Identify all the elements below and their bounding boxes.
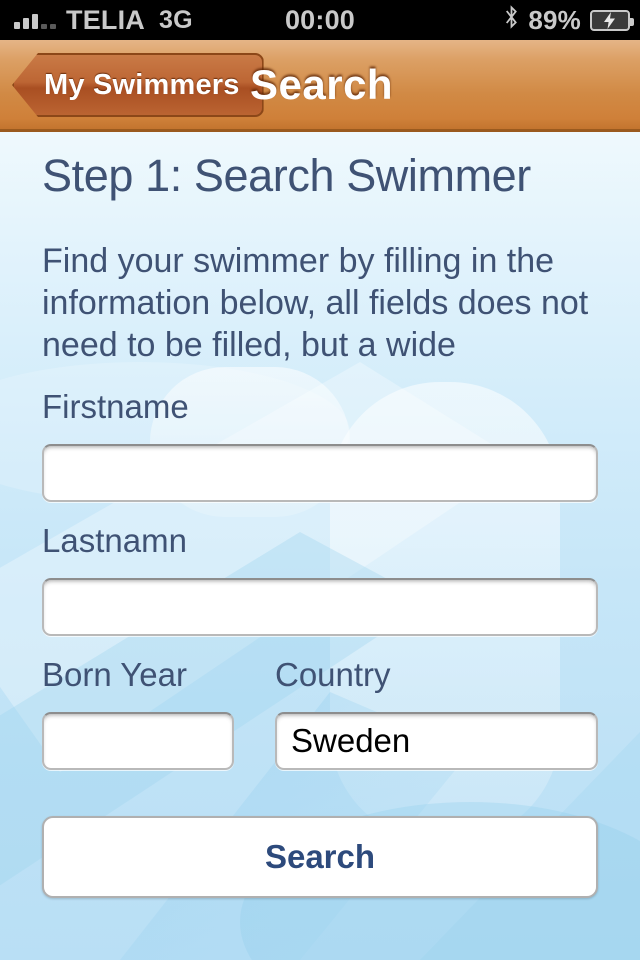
born-year-label: Born Year <box>42 656 187 693</box>
battery-charging-icon <box>590 9 634 31</box>
search-button[interactable]: Search <box>42 816 598 898</box>
step-description: Find your swimmer by filling in the info… <box>42 242 589 364</box>
status-bar-right: 89% <box>504 4 634 36</box>
born-year-input[interactable] <box>42 712 234 770</box>
country-input[interactable]: Sweden <box>275 712 598 770</box>
navigation-bar: My Swimmers Search <box>0 40 640 132</box>
phone-screen: TELIA 3G 00:00 89% My Swimmers Search St… <box>0 0 640 960</box>
firstname-label: Firstname <box>42 388 189 425</box>
bluetooth-icon <box>504 4 519 36</box>
lastname-input[interactable] <box>42 578 598 636</box>
lastname-label: Lastnamn <box>42 522 187 559</box>
battery-percent-label: 89% <box>528 4 581 35</box>
country-label: Country <box>275 656 391 693</box>
page-title: Search <box>250 60 394 108</box>
back-button-my-swimmers[interactable]: My Swimmers <box>12 53 264 117</box>
step-heading: Step 1: Search Swimmer <box>42 150 531 201</box>
firstname-input[interactable] <box>42 444 598 502</box>
main-content: Step 1: Search Swimmer Find your swimmer… <box>0 132 640 960</box>
status-bar: TELIA 3G 00:00 89% <box>0 0 640 40</box>
search-button-label: Search <box>264 838 376 875</box>
back-button-label: My Swimmers <box>44 68 240 101</box>
